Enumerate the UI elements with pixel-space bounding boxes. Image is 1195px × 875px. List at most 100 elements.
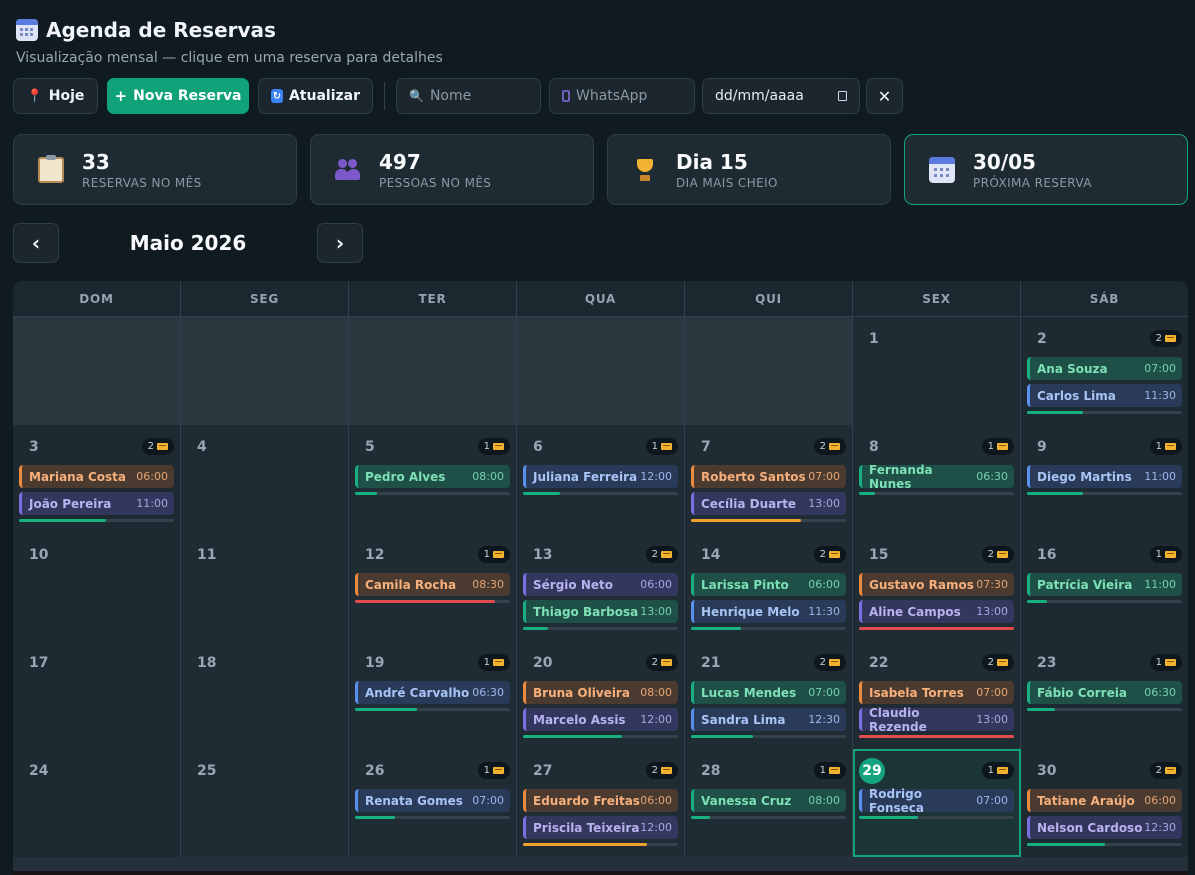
clear-filters-button[interactable]: ✕ (866, 78, 903, 114)
day-number: 3 (29, 439, 39, 455)
day-cell[interactable]: 26 1 Renata Gomes 07:00 (349, 749, 517, 857)
date-filter-input[interactable]: dd/mm/aaaa (702, 78, 860, 114)
day-cell[interactable]: 10 (13, 533, 181, 641)
reservation-event[interactable]: Tatiane Araújo 06:00 (1027, 789, 1182, 812)
day-cell[interactable]: 8 1 Fernanda Nunes 06:30 (853, 425, 1021, 533)
day-number: 22 (869, 655, 889, 671)
day-number: 10 (29, 547, 49, 563)
reservation-event[interactable]: Gustavo Ramos 07:30 (859, 573, 1014, 596)
day-cell[interactable]: 3 2 Mariana Costa 06:00 João Pereira 11:00 (13, 425, 181, 533)
reservation-event[interactable]: Pedro Alves 08:00 (355, 465, 510, 488)
prev-month-button[interactable]: ‹ (13, 223, 59, 263)
reservation-event[interactable]: Renata Gomes 07:00 (355, 789, 510, 812)
event-time: 13:00 (640, 605, 672, 618)
reservation-event[interactable]: Lucas Mendes 07:00 (691, 681, 846, 704)
day-cell[interactable]: 28 1 Vanessa Cruz 08:00 (685, 749, 853, 857)
ticket-icon (1165, 551, 1176, 558)
reservation-event[interactable]: Rodrigo Fonseca 07:00 (859, 787, 1014, 815)
day-cell[interactable]: 22 2 Isabela Torres 07:00 Claudio Rezende 13:… (853, 641, 1021, 749)
whatsapp-input[interactable]: WhatsApp (549, 78, 695, 114)
day-cell[interactable]: 25 (181, 749, 349, 857)
reservation-event[interactable]: Patrícia Vieira 11:00 (1027, 573, 1182, 596)
reservation-event[interactable]: André Carvalho 06:30 (355, 681, 510, 704)
day-cell[interactable]: 16 1 Patrícia Vieira 11:00 (1021, 533, 1188, 641)
day-cell[interactable]: 11 (181, 533, 349, 641)
reservation-event[interactable]: Vanessa Cruz 08:00 (691, 789, 846, 812)
day-cell[interactable]: 14 2 Larissa Pinto 06:00 Henrique Melo 11:30 (685, 533, 853, 641)
reservation-event[interactable]: João Pereira 11:00 (19, 492, 174, 515)
refresh-button[interactable]: ↻ Atualizar (258, 78, 373, 114)
day-cell[interactable]: 13 2 Sérgio Neto 06:00 Thiago Barbosa 13:00 (517, 533, 685, 641)
reservation-count: 1 (483, 441, 490, 452)
next-month-button[interactable]: › (317, 223, 363, 263)
day-number: 5 (365, 439, 375, 455)
event-time: 12:30 (808, 713, 840, 726)
reservation-event[interactable]: Marcelo Assis 12:00 (523, 708, 678, 731)
day-cell[interactable]: 9 1 Diego Martins 11:00 (1021, 425, 1188, 533)
day-cell[interactable]: 19 1 André Carvalho 06:30 (349, 641, 517, 749)
day-cell[interactable]: 20 2 Bruna Oliveira 08:00 Marcelo Assis 12:00 (517, 641, 685, 749)
reservation-event[interactable]: Fábio Correia 06:30 (1027, 681, 1182, 704)
reservation-event[interactable]: Nelson Cardoso 12:30 (1027, 816, 1182, 839)
occupancy-bar-fill (859, 735, 1014, 738)
day-cell[interactable]: 30 2 Tatiane Araújo 06:00 Nelson Cardoso 12:3… (1021, 749, 1188, 857)
day-cell[interactable]: 18 (181, 641, 349, 749)
reservation-event[interactable]: Bruna Oliveira 08:00 (523, 681, 678, 704)
reservation-event[interactable]: Henrique Melo 11:30 (691, 600, 846, 623)
day-cell[interactable]: 24 (13, 749, 181, 857)
reservation-count: 1 (1155, 441, 1162, 452)
calendar-picker-icon[interactable] (838, 91, 847, 101)
event-time: 06:00 (1144, 794, 1176, 807)
page-title-text: Agenda de Reservas (46, 18, 276, 42)
new-reservation-button[interactable]: + Nova Reserva (107, 78, 249, 114)
reservation-event[interactable]: Thiago Barbosa 13:00 (523, 600, 678, 623)
day-cell[interactable]: 7 2 Roberto Santos 07:00 Cecília Duarte 13:00 (685, 425, 853, 533)
stat-label: PESSOAS NO MÊS (379, 175, 492, 190)
day-cell[interactable]: 12 1 Camila Rocha 08:30 (349, 533, 517, 641)
day-cell[interactable]: 1 (853, 317, 1021, 425)
reservation-event[interactable]: Eduardo Freitas 06:00 (523, 789, 678, 812)
day-cell[interactable]: 23 1 Fábio Correia 06:30 (1021, 641, 1188, 749)
reservation-event[interactable]: Diego Martins 11:00 (1027, 465, 1182, 488)
trophy-icon (632, 157, 658, 183)
reservation-count-badge: 1 (477, 654, 510, 671)
reservation-event[interactable]: Priscila Teixeira 12:00 (523, 816, 678, 839)
reservation-event[interactable]: Isabela Torres 07:00 (859, 681, 1014, 704)
reservation-count: 1 (1155, 549, 1162, 560)
reservation-event[interactable]: Ana Souza 07:00 (1027, 357, 1182, 380)
day-cell[interactable]: 15 2 Gustavo Ramos 07:30 Aline Campos 13:00 (853, 533, 1021, 641)
occupancy-bar (523, 843, 678, 846)
reservation-count-badge: 2 (813, 654, 846, 671)
day-cell[interactable]: 2 2 Ana Souza 07:00 Carlos Lima 11:30 (1021, 317, 1188, 425)
day-cell[interactable]: 27 2 Eduardo Freitas 06:00 Priscila Teixeira… (517, 749, 685, 857)
day-cell[interactable]: 17 (13, 641, 181, 749)
reservation-event[interactable]: Claudio Rezende 13:00 (859, 706, 1014, 734)
ticket-icon (829, 659, 840, 666)
day-cell[interactable]: 5 1 Pedro Alves 08:00 (349, 425, 517, 533)
day-cell[interactable]: 6 1 Juliana Ferreira 12:00 (517, 425, 685, 533)
reservation-event[interactable]: Larissa Pinto 06:00 (691, 573, 846, 596)
reservation-event[interactable]: Carlos Lima 11:30 (1027, 384, 1182, 407)
reservation-count-badge: 2 (1149, 762, 1182, 779)
day-number: 15 (869, 547, 889, 563)
reservation-event[interactable]: Mariana Costa 06:00 (19, 465, 174, 488)
event-time: 06:00 (808, 578, 840, 591)
reservation-event[interactable]: Cecília Duarte 13:00 (691, 492, 846, 515)
reservation-event[interactable]: Camila Rocha 08:30 (355, 573, 510, 596)
day-cell[interactable]: 21 2 Lucas Mendes 07:00 Sandra Lima 12:30 (685, 641, 853, 749)
reservation-event[interactable]: Sérgio Neto 06:00 (523, 573, 678, 596)
reservation-count: 2 (819, 549, 826, 560)
day-number: 17 (29, 655, 49, 671)
reservation-event[interactable]: Juliana Ferreira 12:00 (523, 465, 678, 488)
reservation-event[interactable]: Aline Campos 13:00 (859, 600, 1014, 623)
reservation-event[interactable]: Fernanda Nunes 06:30 (859, 463, 1014, 491)
day-number: 19 (365, 655, 385, 671)
event-name: Camila Rocha (365, 577, 457, 592)
day-cell[interactable]: 4 (181, 425, 349, 533)
reservation-event[interactable]: Sandra Lima 12:30 (691, 708, 846, 731)
event-name: Roberto Santos (701, 469, 806, 484)
day-cell-today[interactable]: 29 1 Rodrigo Fonseca 07:00 (853, 749, 1021, 857)
name-search-input[interactable]: 🔍 Nome (396, 78, 541, 114)
reservation-event[interactable]: Roberto Santos 07:00 (691, 465, 846, 488)
today-button[interactable]: 📍 Hoje (13, 78, 98, 114)
